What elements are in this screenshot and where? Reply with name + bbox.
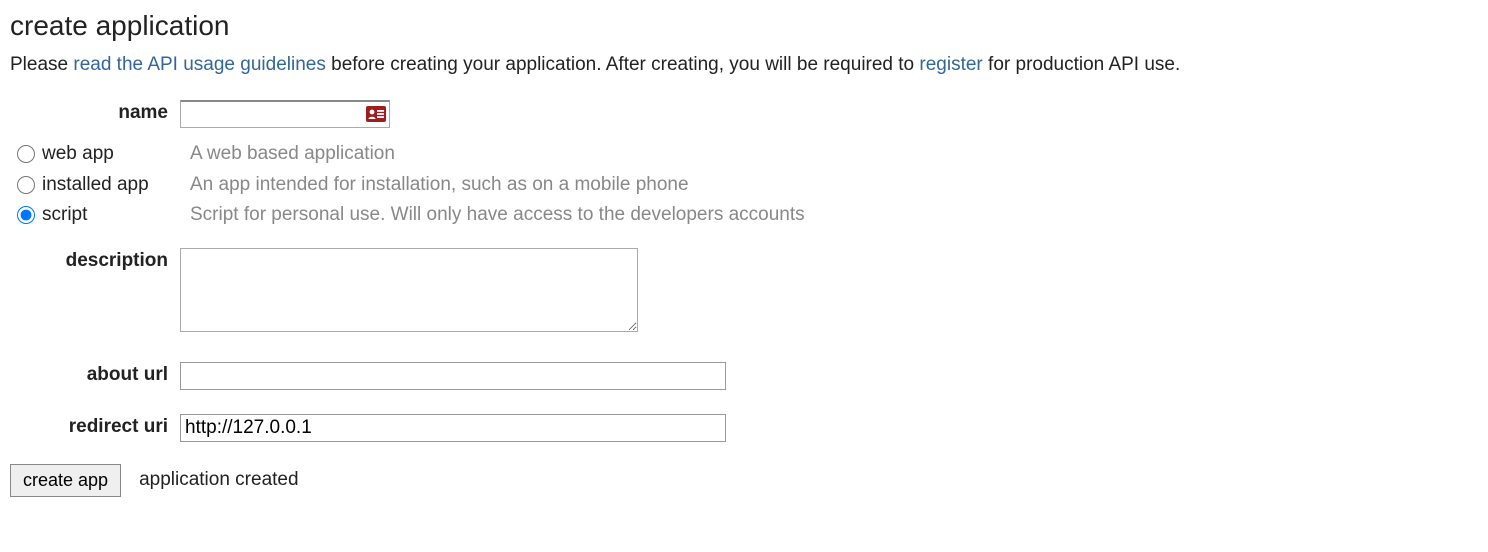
app-type-group: web app A web based application installe… <box>10 140 1478 230</box>
redirect-uri-label: redirect uri <box>10 414 180 438</box>
intro-prefix: Please <box>10 54 73 75</box>
app-type-option-web-app: web app A web based application <box>10 140 1478 169</box>
name-input[interactable] <box>180 100 390 128</box>
about-url-label: about url <box>10 362 180 386</box>
intro-suffix: for production API use. <box>983 54 1181 75</box>
app-type-label: web app <box>42 140 190 169</box>
create-app-button[interactable]: create app <box>10 464 121 497</box>
about-url-input[interactable] <box>180 362 726 390</box>
redirect-uri-input[interactable] <box>180 414 726 442</box>
app-type-radio-script[interactable] <box>17 206 35 224</box>
app-type-desc: An app intended for installation, such a… <box>190 171 689 200</box>
api-guidelines-link[interactable]: read the API usage guidelines <box>73 54 325 75</box>
app-type-radio-installed-app[interactable] <box>17 176 35 194</box>
intro-middle: before creating your application. After … <box>326 54 920 75</box>
app-type-radio-web-app[interactable] <box>17 145 35 163</box>
app-type-label: script <box>42 201 190 230</box>
description-label: description <box>10 248 180 272</box>
app-type-label: installed app <box>42 171 190 200</box>
description-textarea[interactable] <box>180 248 638 332</box>
intro-text: Please read the API usage guidelines bef… <box>10 54 1478 76</box>
name-label: name <box>10 100 180 124</box>
app-type-option-installed-app: installed app An app intended for instal… <box>10 171 1478 200</box>
app-type-desc: A web based application <box>190 140 395 169</box>
page-title: create application <box>10 10 1478 42</box>
status-message: application created <box>139 469 299 491</box>
id-card-icon <box>366 106 386 122</box>
register-link[interactable]: register <box>919 54 982 75</box>
app-type-option-script: script Script for personal use. Will onl… <box>10 201 1478 230</box>
app-type-desc: Script for personal use. Will only have … <box>190 201 805 230</box>
